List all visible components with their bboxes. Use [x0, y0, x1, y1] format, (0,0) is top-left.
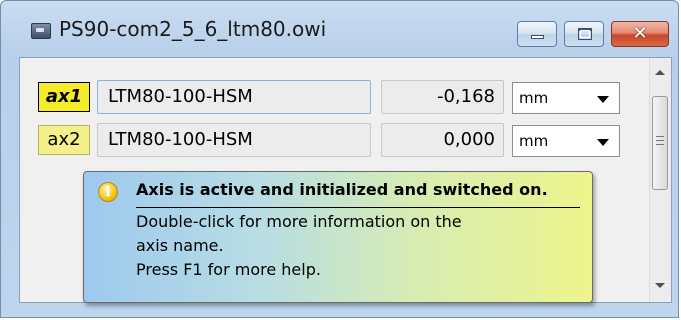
tooltip-text-line: Double-click for more information on the — [136, 212, 462, 231]
axis-row-ax1: ax1 LTM80-100-HSM -0,168 mm — [20, 76, 647, 116]
app-icon[interactable] — [31, 23, 51, 39]
maximize-button[interactable] — [564, 21, 604, 47]
vertical-scrollbar[interactable] — [649, 58, 671, 302]
minimize-button[interactable] — [517, 21, 557, 47]
info-icon: i — [98, 182, 118, 202]
minimize-icon — [531, 35, 544, 39]
grip-icon — [656, 136, 664, 145]
app-window: PS90-com2_5_6_ltm80.owi ✕ ax1 LTM80-100-… — [0, 0, 679, 318]
unit-select[interactable]: mm — [512, 82, 620, 114]
chevron-down-icon[interactable] — [597, 139, 609, 146]
axis-row-ax2: ax2 LTM80-100-HSM 0,000 mm — [20, 119, 647, 159]
unit-select-value: mm — [519, 89, 549, 107]
axis-status-tooltip: i Axis is active and initialized and swi… — [83, 171, 593, 303]
window-title: PS90-com2_5_6_ltm80.owi — [59, 17, 327, 41]
close-icon: ✕ — [632, 23, 648, 44]
axis-label-ax2[interactable]: ax2 — [38, 125, 90, 155]
tooltip-text-line: Press F1 for more help. — [136, 260, 321, 279]
chevron-down-icon[interactable] — [597, 96, 609, 103]
axis-name-field[interactable]: LTM80-100-HSM — [97, 123, 371, 157]
scroll-down-icon[interactable] — [655, 283, 665, 288]
axis-name-field[interactable]: LTM80-100-HSM — [97, 80, 371, 114]
tooltip-divider — [136, 207, 580, 208]
maximize-icon — [578, 28, 592, 40]
unit-select-value: mm — [519, 132, 549, 150]
tooltip-text-line: axis name. — [136, 236, 224, 255]
scrollbar-thumb[interactable] — [652, 96, 668, 190]
unit-select[interactable]: mm — [512, 125, 620, 157]
close-button[interactable]: ✕ — [611, 21, 669, 47]
title-bar[interactable]: PS90-com2_5_6_ltm80.owi ✕ — [1, 1, 678, 57]
scroll-up-icon[interactable] — [655, 70, 665, 75]
tooltip-title: Axis is active and initialized and switc… — [136, 180, 548, 199]
axis-label-ax1[interactable]: ax1 — [38, 82, 90, 112]
axis-position-value: -0,168 — [381, 80, 504, 114]
axis-position-value: 0,000 — [381, 123, 504, 157]
